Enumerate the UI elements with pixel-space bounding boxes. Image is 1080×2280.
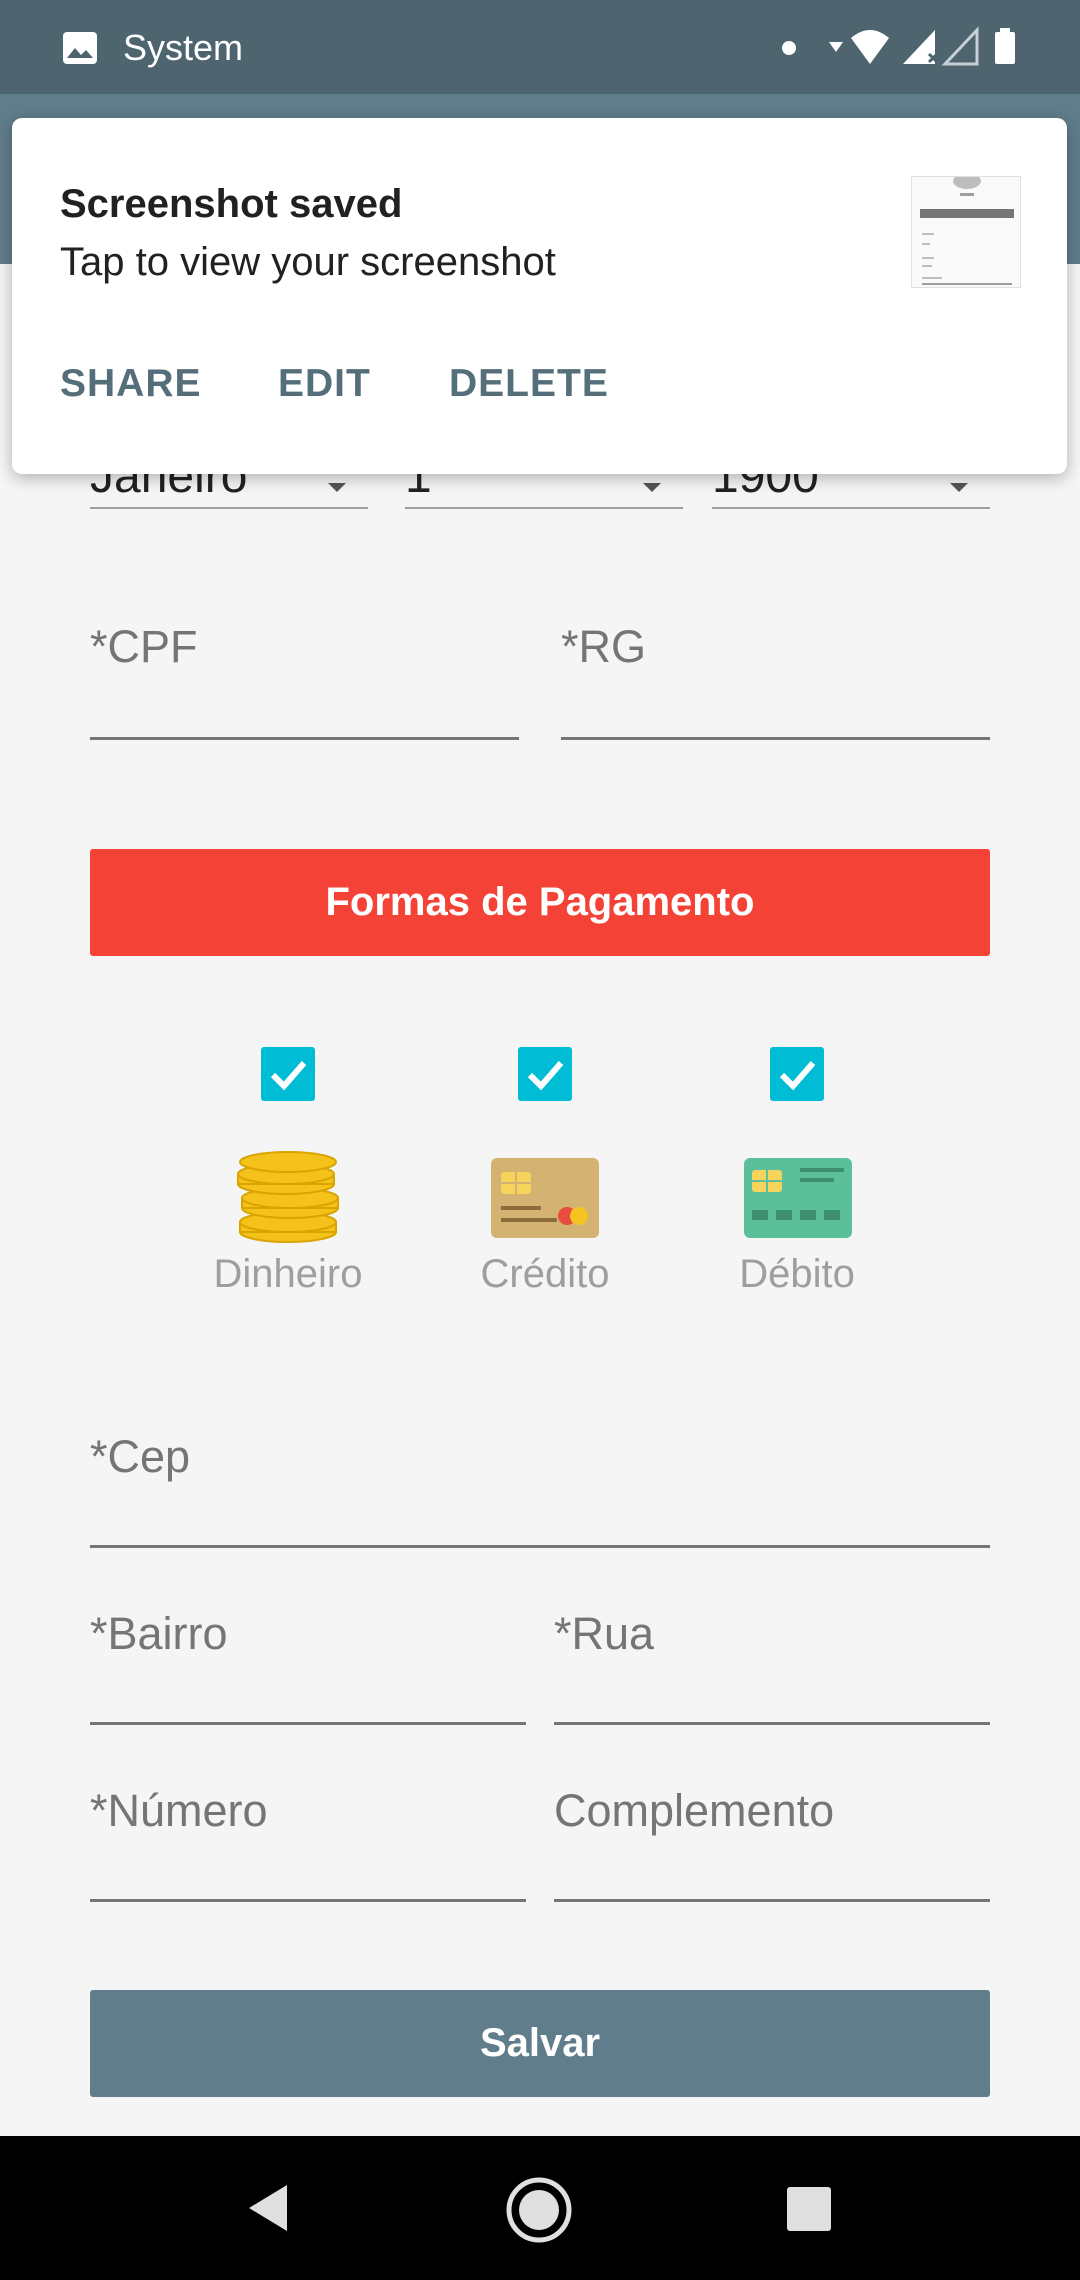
status-bar: System bbox=[0, 0, 1080, 94]
check-icon bbox=[527, 1061, 564, 1091]
cpf-label: *CPF bbox=[90, 621, 198, 672]
battery-icon bbox=[995, 32, 1015, 64]
rg-field[interactable]: *RG bbox=[561, 610, 990, 740]
dot-icon bbox=[782, 41, 796, 55]
screenshot-preview-image bbox=[920, 177, 1014, 285]
complemento-label: Complemento bbox=[554, 1785, 835, 1836]
rua-label: *Rua bbox=[554, 1608, 655, 1659]
cash-checkbox[interactable] bbox=[261, 1047, 315, 1101]
cep-label: *Cep bbox=[90, 1431, 191, 1482]
debit-card-icon bbox=[744, 1158, 852, 1238]
coins-icon bbox=[237, 1151, 339, 1243]
edit-button[interactable]: EDIT bbox=[278, 360, 371, 408]
cep-field[interactable]: *Cep bbox=[90, 1418, 990, 1548]
check-icon bbox=[270, 1061, 307, 1091]
complemento-field[interactable]: Complemento bbox=[554, 1772, 990, 1902]
cash-label: Dinheiro bbox=[213, 1252, 363, 1296]
bairro-field[interactable]: *Bairro bbox=[90, 1595, 526, 1725]
status-bar-app-name: System bbox=[123, 27, 244, 68]
numero-label: *Número bbox=[90, 1785, 268, 1836]
chevron-down-icon bbox=[328, 483, 346, 492]
save-button[interactable]: Salvar bbox=[90, 1990, 990, 2097]
chevron-down-icon bbox=[950, 483, 968, 492]
notification-title: Screenshot saved bbox=[60, 182, 403, 226]
status-icons bbox=[829, 26, 1015, 66]
home-icon[interactable] bbox=[505, 2176, 573, 2244]
payment-methods-header: Formas de Pagamento bbox=[90, 849, 990, 956]
screenshot-thumbnail[interactable] bbox=[911, 176, 1021, 288]
rua-field[interactable]: *Rua bbox=[554, 1595, 990, 1725]
share-button[interactable]: SHARE bbox=[60, 360, 202, 408]
credit-card-icon bbox=[491, 1158, 599, 1238]
screenshot-notification[interactable]: Screenshot saved Tap to view your screen… bbox=[12, 118, 1067, 474]
check-icon bbox=[779, 1061, 816, 1091]
rg-label: *RG bbox=[561, 621, 647, 672]
cpf-field[interactable]: *CPF bbox=[90, 610, 519, 740]
signal-empty-icon bbox=[941, 26, 979, 66]
bairro-label: *Bairro bbox=[90, 1608, 228, 1659]
notification-text: Tap to view your screenshot bbox=[60, 240, 556, 284]
navigation-bar bbox=[0, 2136, 1080, 2280]
data-arrow-icon bbox=[829, 42, 843, 52]
debit-checkbox[interactable] bbox=[770, 1047, 824, 1101]
debit-label: Débito bbox=[739, 1252, 855, 1296]
image-icon bbox=[63, 32, 97, 64]
wifi-icon bbox=[851, 30, 889, 64]
credit-checkbox[interactable] bbox=[518, 1047, 572, 1101]
recents-icon[interactable] bbox=[786, 2186, 832, 2232]
numero-field[interactable]: *Número bbox=[90, 1772, 526, 1902]
back-icon[interactable] bbox=[245, 2183, 289, 2233]
credit-label: Crédito bbox=[480, 1252, 610, 1296]
delete-button[interactable]: DELETE bbox=[449, 360, 609, 408]
chevron-down-icon bbox=[643, 483, 661, 492]
